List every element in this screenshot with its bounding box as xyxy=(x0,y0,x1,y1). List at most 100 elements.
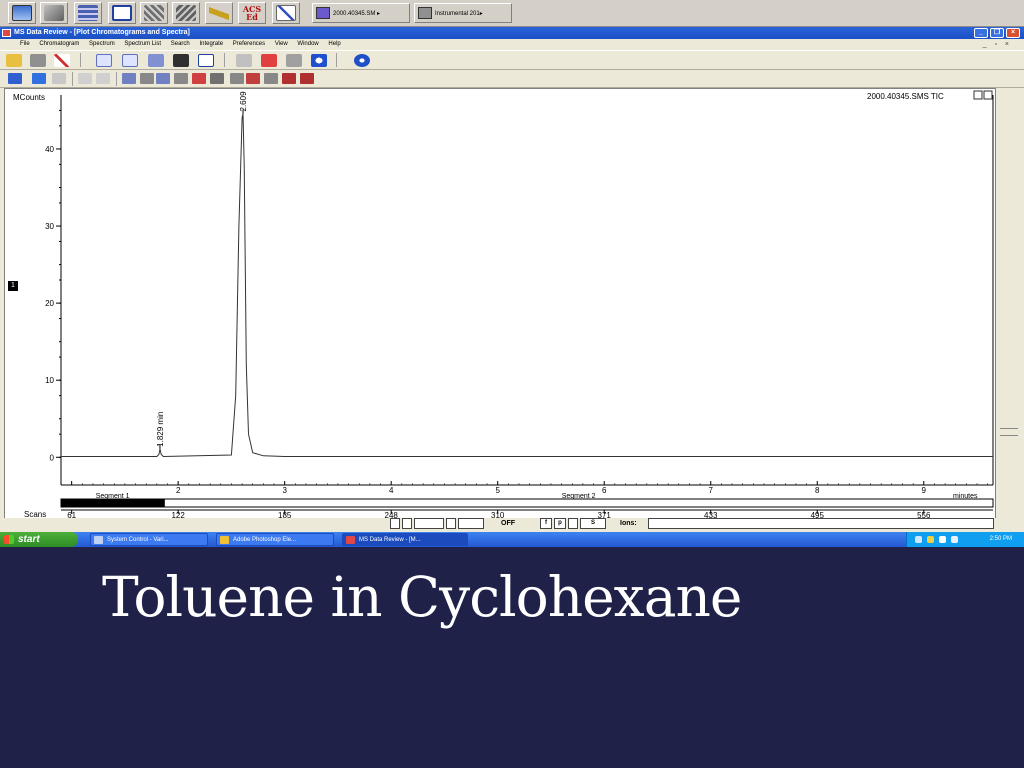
menu-spectrum-list[interactable]: Spectrum List xyxy=(124,41,161,47)
previous-button[interactable] xyxy=(402,518,412,529)
taskbar-item-photoshop[interactable]: Adobe Photoshop Ele... xyxy=(216,533,334,546)
menu-file[interactable]: File xyxy=(20,41,30,47)
launcher-key-button[interactable] xyxy=(205,2,233,24)
list-icon[interactable] xyxy=(286,54,302,67)
peak-select-alt-icon[interactable] xyxy=(156,73,170,84)
launcher-computer-button[interactable] xyxy=(8,2,36,24)
plot-marker[interactable]: 1 xyxy=(8,281,18,291)
help-icon[interactable] xyxy=(354,54,370,67)
spectrum-view-icon[interactable] xyxy=(122,54,138,67)
menu-window[interactable]: Window xyxy=(297,41,318,47)
open-folder-icon[interactable] xyxy=(6,54,22,67)
launcher-layers-alt-button[interactable] xyxy=(172,2,200,24)
launcher-acs-button[interactable]: ACS Ed xyxy=(238,2,266,24)
chevron-down-icon[interactable] xyxy=(174,73,188,84)
off-label[interactable]: OFF xyxy=(501,519,515,529)
mdi-controls[interactable]: _ ▫ × xyxy=(983,39,1012,50)
taskbar-item-system-control[interactable]: System Control - Vari... xyxy=(90,533,208,546)
menu-bar: File Chromatogram Spectrum Spectrum List… xyxy=(0,39,1024,50)
menu-chromatogram[interactable]: Chromatogram xyxy=(39,41,79,47)
scroll-up-icon[interactable] xyxy=(8,73,22,84)
menu-integrate[interactable]: Integrate xyxy=(199,41,223,47)
ions-label: Ions: xyxy=(620,520,637,527)
start-button[interactable]: start xyxy=(0,532,78,547)
task-button-instrumental[interactable]: Instrumental 201▸ xyxy=(414,3,512,23)
peak-select-icon[interactable] xyxy=(122,73,136,84)
chevron-down-icon[interactable] xyxy=(140,73,154,84)
plot-restore-icon[interactable] xyxy=(973,90,983,100)
launcher-tools-button[interactable] xyxy=(40,2,68,24)
task-button-sms[interactable]: 2000.40345.SM ▸ xyxy=(312,3,410,23)
connection-icon[interactable] xyxy=(951,536,958,543)
p-toggle[interactable]: p xyxy=(554,518,566,529)
plot-toolbar xyxy=(0,70,1024,88)
next-button[interactable] xyxy=(446,518,456,529)
chromatogram-plot-window[interactable]: 0 10 20 30 40 2 3 4 5 6 7 8 9 61 122 185 248 310 371 433 495… xyxy=(4,88,996,530)
launcher-chart-window-button[interactable] xyxy=(108,2,136,24)
close-button[interactable]: × xyxy=(1006,28,1020,38)
undo-icon[interactable] xyxy=(52,73,66,84)
launcher-plot-button[interactable] xyxy=(272,2,300,24)
move-icon[interactable] xyxy=(32,73,46,84)
tic-trace-line xyxy=(61,113,993,458)
ions-input[interactable] xyxy=(648,518,994,529)
app-icon xyxy=(2,29,11,37)
launcher-toolbar: ACS Ed 2000.40345.SM ▸ Instrumental 201▸ xyxy=(0,0,1024,27)
print-icon[interactable] xyxy=(30,54,46,67)
segment-label: Segment 2 xyxy=(562,493,596,500)
clock[interactable]: 2:50 PM xyxy=(990,532,1012,547)
spectrum-marker-icon[interactable] xyxy=(192,73,206,84)
chromatogram-view-icon[interactable] xyxy=(96,54,112,67)
y-axis-label: MCounts xyxy=(13,93,45,102)
ms-data-review-icon xyxy=(346,536,355,544)
overlay-alt-icon[interactable] xyxy=(300,73,314,84)
zoom-out-icon[interactable] xyxy=(96,73,110,84)
windows-taskbar: start System Control - Vari... Adobe Pho… xyxy=(0,532,1024,547)
menu-preferences[interactable]: Preferences xyxy=(233,41,265,47)
layers-icon xyxy=(418,7,432,19)
f-toggle[interactable]: f xyxy=(540,518,552,529)
menu-search[interactable]: Search xyxy=(171,41,190,47)
toolbar-separator xyxy=(116,72,117,86)
menu-spectrum[interactable]: Spectrum xyxy=(89,41,115,47)
chart-edit-icon[interactable] xyxy=(54,54,70,67)
zoom-in-icon[interactable] xyxy=(78,73,92,84)
x-tick-label: 8 xyxy=(815,486,820,495)
plot-close-icon[interactable] xyxy=(983,90,993,100)
launcher-layers-button[interactable] xyxy=(140,2,168,24)
toolbar-separator xyxy=(224,53,225,67)
window-title-bar[interactable]: MS Data Review - [Plot Chromatograms and… xyxy=(0,27,1024,39)
first-button[interactable] xyxy=(390,518,400,529)
report-icon[interactable] xyxy=(198,54,214,67)
restore-button[interactable]: ❐ xyxy=(990,28,1004,38)
s-toggle[interactable]: S xyxy=(580,518,606,529)
taskbar-item-ms-data-review[interactable]: MS Data Review - [M... xyxy=(342,533,468,546)
x-tick-label: 5 xyxy=(495,486,500,495)
refresh-icon[interactable] xyxy=(311,54,327,67)
chevron-down-icon[interactable] xyxy=(230,73,244,84)
menu-view[interactable]: View xyxy=(275,41,288,47)
system-control-icon xyxy=(94,536,103,544)
launcher-stack-button[interactable] xyxy=(74,2,102,24)
blank-toggle[interactable] xyxy=(568,518,578,529)
slide-caption: Toluene in Cyclohexane xyxy=(102,565,742,629)
minimize-button[interactable]: _ xyxy=(974,28,988,38)
search-library-icon[interactable] xyxy=(148,54,164,67)
volume-icon[interactable] xyxy=(939,536,946,543)
x-tick-label: 2 xyxy=(176,486,181,495)
security-icon[interactable] xyxy=(927,536,934,543)
key-icon xyxy=(209,5,229,21)
scan-field[interactable] xyxy=(414,518,444,529)
overlay-icon[interactable] xyxy=(282,73,296,84)
network-icon[interactable] xyxy=(915,536,922,543)
segment-label: Segment 1 xyxy=(96,493,130,500)
peak-icon[interactable] xyxy=(261,54,277,67)
menu-help[interactable]: Help xyxy=(328,41,340,47)
splitter-handle[interactable] xyxy=(1000,428,1018,436)
integrate-icon[interactable] xyxy=(236,54,252,67)
spectrum-map-icon[interactable] xyxy=(173,54,189,67)
last-button[interactable] xyxy=(458,518,484,529)
chevron-down-icon[interactable] xyxy=(264,73,278,84)
layout-icon[interactable] xyxy=(210,73,224,84)
grid-icon[interactable] xyxy=(246,73,260,84)
